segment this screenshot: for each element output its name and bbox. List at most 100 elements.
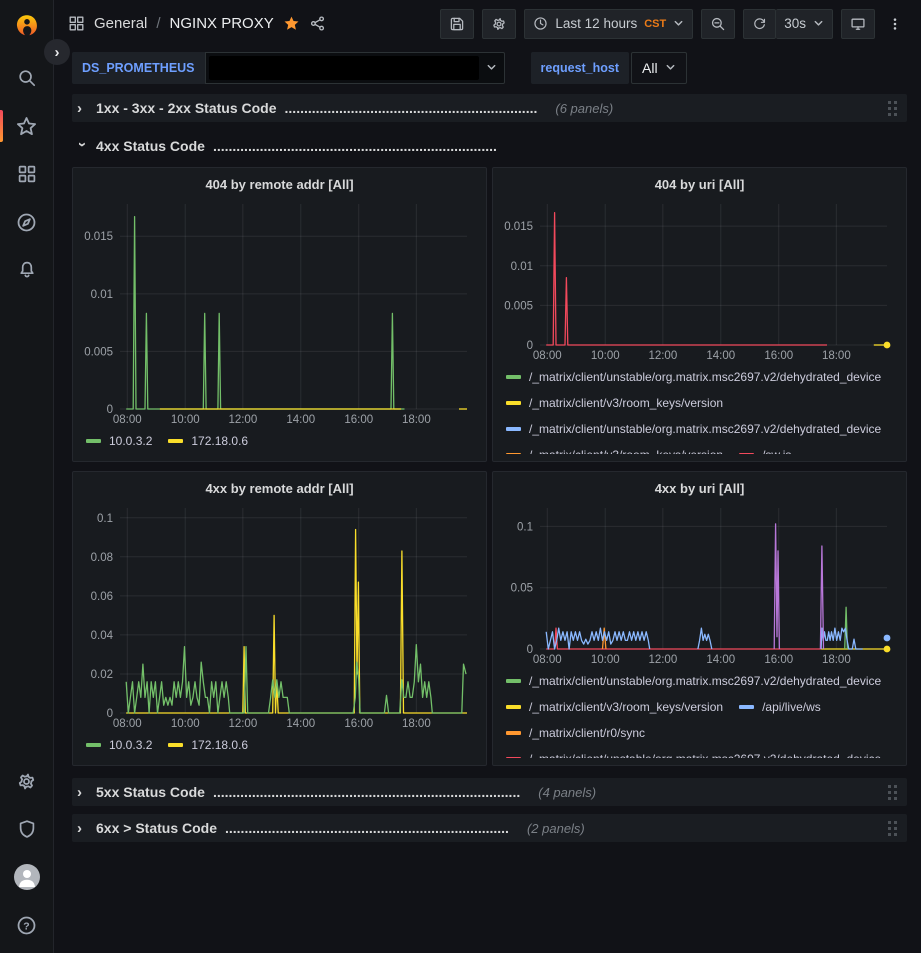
- dashboard-settings-button[interactable]: [482, 9, 516, 39]
- row-header-6xx[interactable]: › 6xx > Status Code ....................…: [72, 814, 907, 842]
- redacted-value: [209, 56, 479, 80]
- legend-swatch: [506, 757, 521, 758]
- svg-text:10:00: 10:00: [591, 350, 620, 362]
- legend-swatch: [739, 453, 754, 454]
- timeseries-chart[interactable]: 08:0010:0012:0014:0016:0018:0000.020.040…: [82, 500, 477, 732]
- chevron-down-icon: [673, 18, 684, 29]
- legend-item[interactable]: /_matrix/client/r0/sync: [506, 720, 645, 746]
- row-header-5xx[interactable]: › 5xx Status Code ......................…: [72, 778, 907, 806]
- share-icon[interactable]: [309, 15, 326, 32]
- shield-icon: [17, 819, 37, 839]
- svg-text:16:00: 16:00: [344, 718, 373, 730]
- row-title: 5xx Status Code: [96, 784, 205, 800]
- sidebar-item-alerting[interactable]: [0, 246, 54, 294]
- legend-item[interactable]: 172.18.0.6: [168, 732, 248, 758]
- legend-item[interactable]: /api/live/ws: [739, 694, 821, 720]
- legend-item[interactable]: /_matrix/client/v3/room_keys/version: [506, 442, 723, 454]
- timezone-label: CST: [644, 18, 666, 30]
- row-header-1xx-3xx-2xx[interactable]: › 1xx - 3xx - 2xx Status Code ..........…: [72, 94, 907, 122]
- dashboard-title[interactable]: NGINX PROXY: [170, 15, 274, 32]
- svg-text:14:00: 14:00: [706, 350, 735, 362]
- request-host-variable-label: request_host: [531, 52, 630, 84]
- sidebar-item-profile[interactable]: [0, 853, 54, 901]
- legend-label: 172.18.0.6: [191, 738, 248, 752]
- legend-label: /_matrix/client/v3/room_keys/version: [529, 448, 723, 454]
- legend-item[interactable]: /_matrix/client/unstable/org.matrix.msc2…: [506, 416, 881, 442]
- svg-text:0: 0: [527, 644, 533, 656]
- svg-text:08:00: 08:00: [113, 414, 142, 426]
- chevron-down-icon: [813, 18, 824, 29]
- favorite-star-icon[interactable]: [283, 15, 300, 32]
- legend-label: /_matrix/client/r0/sync: [529, 726, 645, 740]
- sidebar-item-explore[interactable]: [0, 198, 54, 246]
- legend-swatch: [739, 705, 754, 709]
- sidebar-item-search[interactable]: [0, 54, 54, 102]
- datasource-variable-select[interactable]: [205, 52, 505, 84]
- legend-item[interactable]: 10.0.3.2: [86, 428, 152, 454]
- row-header-4xx[interactable]: › 4xx Status Code ......................…: [72, 132, 907, 160]
- sidebar: ›: [0, 0, 54, 953]
- panel-title[interactable]: 404 by remote addr [All]: [82, 173, 477, 196]
- zoom-out-time-button[interactable]: [701, 9, 735, 39]
- panel-title[interactable]: 4xx by remote addr [All]: [82, 477, 477, 500]
- save-dashboard-button[interactable]: [440, 9, 474, 39]
- timeseries-chart[interactable]: 08:0010:0012:0014:0016:0018:0000.050.1: [502, 500, 897, 668]
- legend-swatch: [506, 731, 521, 735]
- panel-title[interactable]: 4xx by uri [All]: [502, 477, 897, 500]
- chevron-right-icon: ›: [77, 784, 88, 801]
- refresh-button[interactable]: [743, 9, 776, 39]
- svg-text:0.08: 0.08: [91, 552, 113, 564]
- refresh-group: 30s: [743, 9, 833, 39]
- refresh-interval-label: 30s: [784, 16, 806, 31]
- legend-label: 172.18.0.6: [191, 434, 248, 448]
- time-range-picker[interactable]: Last 12 hours CST: [524, 9, 693, 39]
- request-host-variable-select[interactable]: All: [631, 52, 687, 84]
- gear-icon: [491, 16, 507, 32]
- sidebar-item-server-admin[interactable]: [0, 805, 54, 853]
- sidebar-item-help[interactable]: ?: [0, 901, 54, 949]
- star-icon: [16, 116, 37, 137]
- row-panel-count: (6 panels): [555, 101, 613, 116]
- cycle-view-mode-button[interactable]: [841, 9, 875, 39]
- svg-text:0.005: 0.005: [84, 346, 113, 358]
- legend-item[interactable]: /_matrix/client/v3/room_keys/version: [506, 694, 723, 720]
- svg-text:12:00: 12:00: [228, 718, 257, 730]
- panel-title[interactable]: 404 by uri [All]: [502, 173, 897, 196]
- panel-4xx-by-uri: 4xx by uri [All] 08:0010:0012:0014:0016:…: [492, 471, 907, 766]
- row-drag-handle-icon[interactable]: [886, 783, 899, 802]
- row-drag-handle-icon[interactable]: [886, 99, 899, 118]
- legend-item[interactable]: /_matrix/client/unstable/org.matrix.msc2…: [506, 364, 881, 390]
- legend-item[interactable]: /_matrix/client/unstable/org.matrix.msc2…: [506, 668, 881, 694]
- sidebar-item-dashboards[interactable]: [0, 150, 54, 198]
- legend-swatch: [506, 427, 521, 431]
- legend-swatch: [168, 743, 183, 747]
- breadcrumb-folder[interactable]: General: [94, 15, 147, 32]
- sidebar-expand-toggle[interactable]: ›: [44, 39, 70, 65]
- timeseries-chart[interactable]: 08:0010:0012:0014:0016:0018:0000.0050.01…: [82, 196, 477, 428]
- svg-text:08:00: 08:00: [113, 718, 142, 730]
- legend-item[interactable]: /sw.js: [739, 442, 791, 454]
- sidebar-item-starred[interactable]: [0, 102, 54, 150]
- legend-label: /_matrix/client/v3/room_keys/version: [529, 700, 723, 714]
- sidebar-item-configuration[interactable]: [0, 757, 54, 805]
- svg-text:14:00: 14:00: [286, 718, 315, 730]
- svg-text:0.005: 0.005: [504, 300, 533, 312]
- grafana-logo-icon: [13, 13, 41, 41]
- request-host-value: All: [642, 60, 658, 76]
- row-drag-handle-icon[interactable]: [886, 819, 899, 838]
- svg-text:10:00: 10:00: [171, 414, 200, 426]
- row-panel-count: (4 panels): [538, 785, 596, 800]
- zoom-out-icon: [710, 16, 726, 32]
- more-options-button[interactable]: [883, 9, 907, 39]
- legend-item[interactable]: /_matrix/client/v3/room_keys/version: [506, 390, 723, 416]
- help-icon: ?: [16, 915, 37, 936]
- timeseries-chart[interactable]: 08:0010:0012:0014:0016:0018:0000.0050.01…: [502, 196, 897, 364]
- legend-swatch: [506, 705, 521, 709]
- row-title: 1xx - 3xx - 2xx Status Code: [96, 100, 277, 116]
- legend-item[interactable]: 10.0.3.2: [86, 732, 152, 758]
- svg-text:10:00: 10:00: [171, 718, 200, 730]
- refresh-interval-picker[interactable]: 30s: [776, 9, 833, 39]
- legend-item[interactable]: 172.18.0.6: [168, 428, 248, 454]
- sidebar-bottom: ?: [0, 757, 54, 953]
- legend-item[interactable]: /_matrix/client/unstable/org.matrix.msc2…: [506, 746, 881, 758]
